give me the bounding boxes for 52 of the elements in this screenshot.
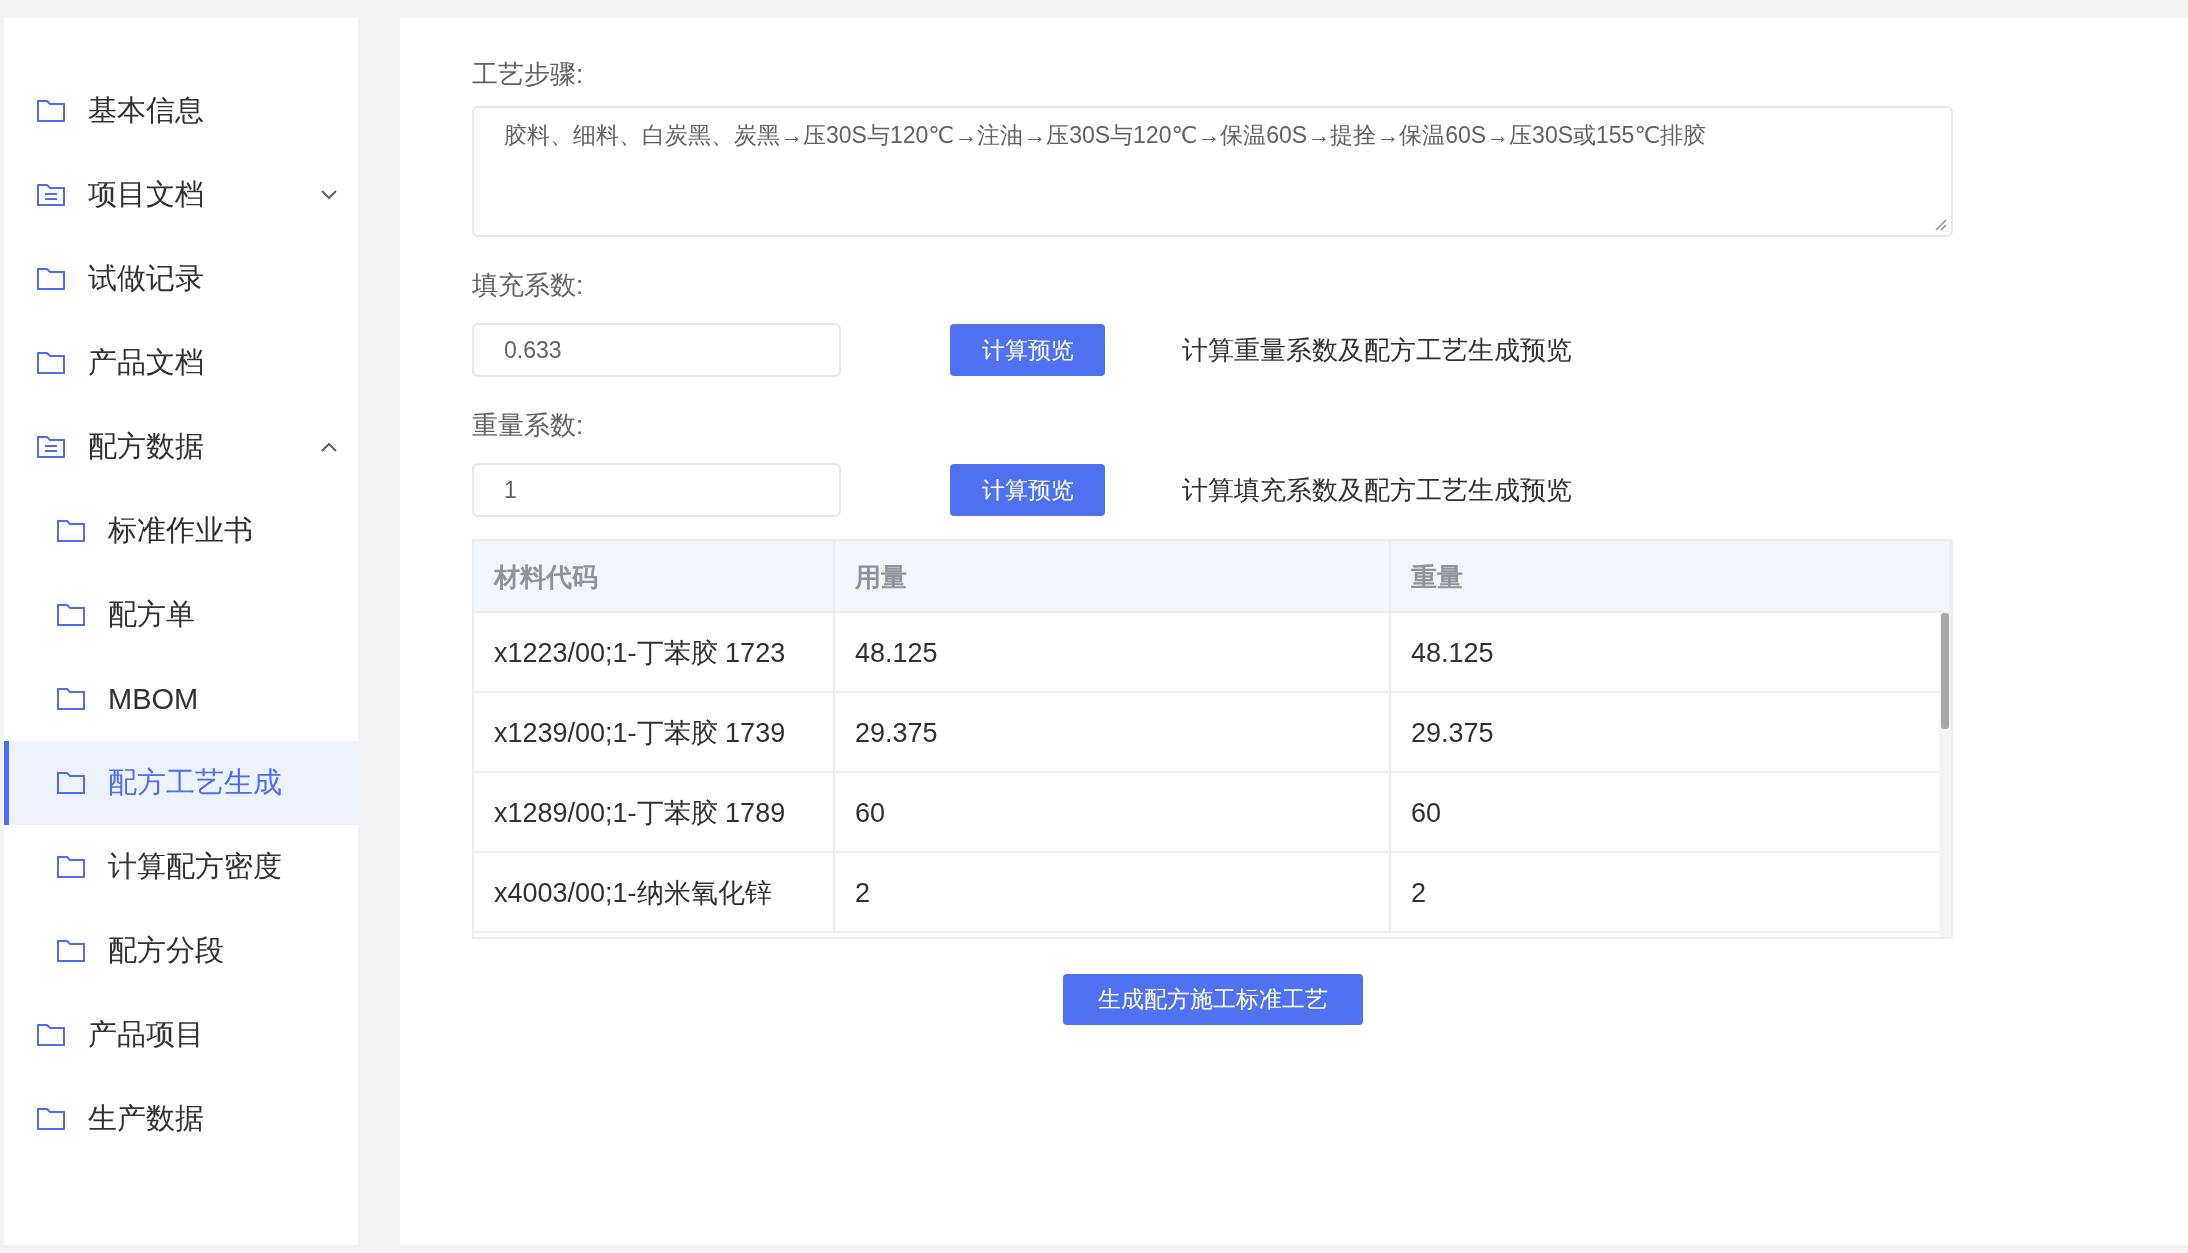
sidebar-item[interactable]: 试做记录 (4, 237, 358, 321)
folder-icon (56, 854, 86, 880)
table-cell: x1239/00;1-丁苯胶 1739 (474, 693, 835, 773)
input-field[interactable]: 0.633 (472, 323, 841, 377)
table-cell: 48.125 (835, 613, 1391, 693)
hint-text: 计算重量系数及配方工艺生成预览 (1182, 333, 1572, 367)
table-cell: x4003/00;1-纳米氧化锌 (474, 853, 835, 933)
column-header: 用量 (835, 541, 1391, 613)
process-textarea[interactable]: 胶料、细料、白炭黑、炭黑→压30S与120℃→注油→压30S与120℃→保温60S→提拴→保温60S→压30S或155℃排胶 (472, 106, 1953, 237)
document-folder-icon (36, 182, 66, 208)
preview-button[interactable]: 计算预览 (950, 324, 1105, 376)
table-cell: 2 (835, 853, 1391, 933)
sidebar-item[interactable]: 计算配方密度 (4, 825, 358, 909)
sidebar-item[interactable]: 配方工艺生成 (4, 741, 358, 825)
document-folder-icon (36, 434, 66, 460)
table-cell: 29.375 (835, 693, 1391, 773)
folder-icon (56, 686, 86, 712)
folder-icon (36, 350, 66, 376)
sidebar-item[interactable]: 配方数据 (4, 405, 358, 489)
sidebar-item[interactable]: 基本信息 (4, 69, 358, 153)
folder-icon (56, 602, 86, 628)
sidebar-item[interactable]: MBOM (4, 657, 358, 741)
sidebar-item[interactable]: 产品文档 (4, 321, 358, 405)
sidebar-item[interactable]: 产品项目 (4, 993, 358, 1077)
column-header: 材料代码 (474, 541, 835, 613)
folder-icon (56, 518, 86, 544)
sidebar-item[interactable]: 配方单 (4, 573, 358, 657)
sidebar-item[interactable]: 生产数据 (4, 1077, 358, 1161)
input-field[interactable]: 1 (472, 463, 841, 517)
scrollbar[interactable] (1939, 613, 1951, 937)
folder-icon (56, 770, 86, 796)
hint-text: 计算填充系数及配方工艺生成预览 (1182, 473, 1572, 507)
column-header: 重量 (1391, 541, 1951, 613)
chevron-icon[interactable] (320, 441, 338, 453)
sidebar-item[interactable]: 项目文档 (4, 153, 358, 237)
folder-icon (56, 938, 86, 964)
sidebar-item[interactable]: 标准作业书 (4, 489, 358, 573)
resize-handle-icon[interactable] (1933, 217, 1947, 231)
table-cell: x1223/00;1-丁苯胶 1723 (474, 613, 835, 693)
table-cell: 60 (835, 773, 1391, 853)
preview-button[interactable]: 计算预览 (950, 464, 1105, 516)
field-label: 工艺步骤: (472, 58, 585, 91)
folder-icon (36, 1106, 66, 1132)
field-label: 重量系数: (472, 409, 585, 442)
field-label: 填充系数: (472, 269, 585, 302)
folder-icon (36, 98, 66, 124)
generate-button[interactable]: 生成配方施工标准工艺 (1062, 974, 1363, 1025)
chevron-icon[interactable] (320, 189, 338, 201)
folder-icon (36, 1022, 66, 1048)
sidebar-item[interactable]: 配方分段 (4, 909, 358, 993)
folder-icon (36, 266, 66, 292)
table-cell: x1289/00;1-丁苯胶 1789 (474, 773, 835, 853)
